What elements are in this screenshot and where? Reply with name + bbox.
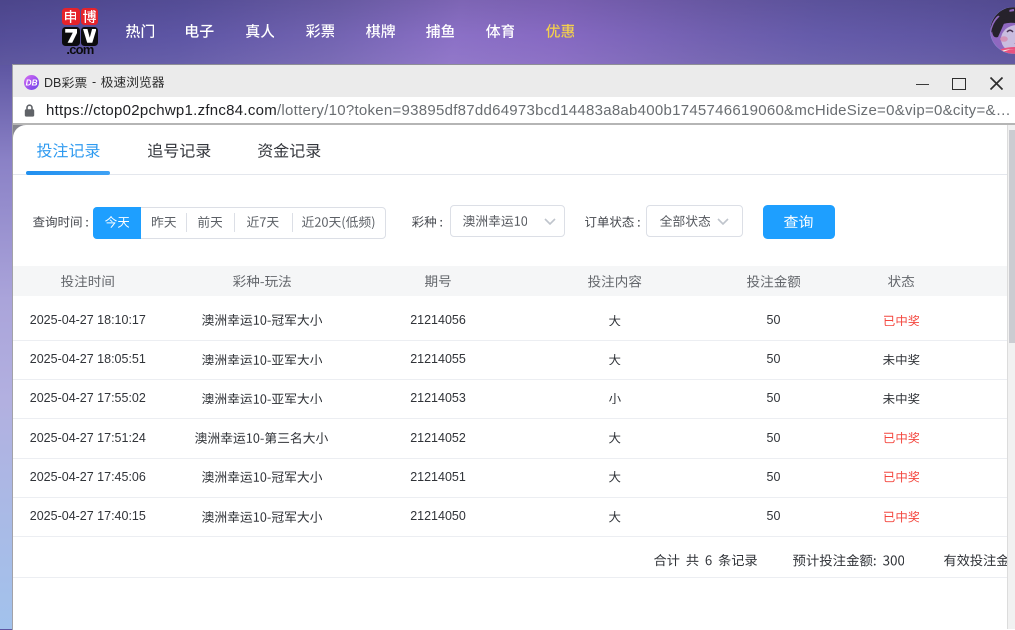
svg-text:DB: DB: [26, 78, 38, 87]
